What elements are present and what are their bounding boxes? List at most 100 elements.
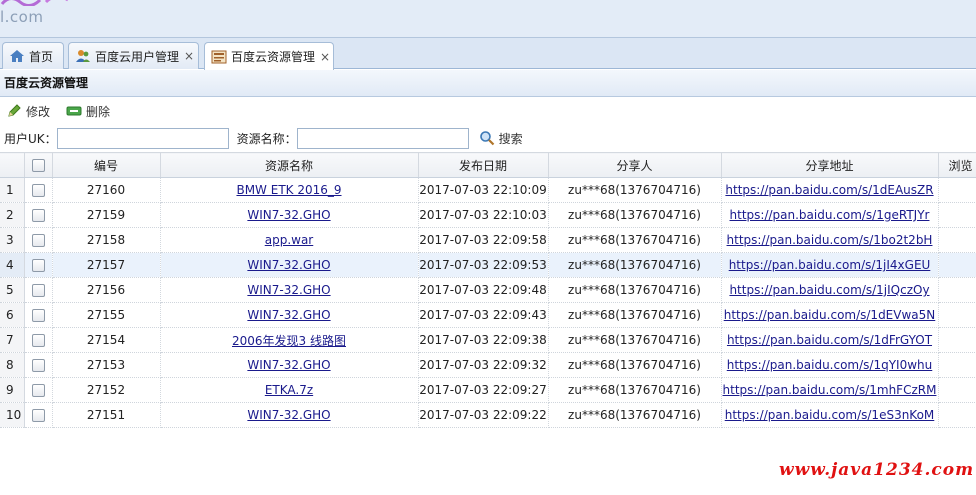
share-url-link[interactable]: https://pan.baidu.com/s/1dFrGYOT <box>727 333 932 347</box>
share-url-link[interactable]: https://pan.baidu.com/s/1geRTJYr <box>730 208 930 222</box>
row-checkbox[interactable] <box>31 409 45 422</box>
column-header-id[interactable]: 编号 <box>52 152 161 178</box>
row-select-cell[interactable] <box>24 177 53 203</box>
share-url-link[interactable]: https://pan.baidu.com/s/1jI4xGEU <box>729 258 931 272</box>
row-checkbox[interactable] <box>31 184 45 197</box>
table-row[interactable]: 2 27159 WIN7-32.GHO 2017-07-03 22:10:03 zu**… <box>0 202 976 228</box>
table-row[interactable]: 10 27151 WIN7-32.GHO 2017-07-03 22:09:22 zu*… <box>0 402 976 428</box>
cell-url: https://pan.baidu.com/s/1eS3nKoM <box>721 402 939 428</box>
resource-name-link[interactable]: 2006年发现3 线路图 <box>232 334 346 348</box>
cell-views <box>938 302 976 328</box>
cell-views <box>938 327 976 353</box>
row-select-cell[interactable] <box>24 352 53 378</box>
select-all-header[interactable] <box>24 152 53 178</box>
edit-button[interactable]: 修改 <box>6 103 50 120</box>
cell-views <box>938 202 976 228</box>
table-row[interactable]: 8 27153 WIN7-32.GHO 2017-07-03 22:09:32 zu**… <box>0 352 976 378</box>
tab-baidu-users[interactable]: 百度云用户管理 × <box>68 42 199 69</box>
row-checkbox[interactable] <box>31 284 45 297</box>
cell-date: 2017-07-03 22:09:27 <box>418 377 549 403</box>
row-number: 9 <box>0 377 25 403</box>
cell-views <box>938 277 976 303</box>
share-url-link[interactable]: https://pan.baidu.com/s/1mhFCzRM <box>723 383 937 397</box>
cell-url: https://pan.baidu.com/s/1bo2t2bH <box>721 227 939 253</box>
share-url-link[interactable]: https://pan.baidu.com/s/1dEAusZR <box>725 183 933 197</box>
search-button[interactable]: 搜索 <box>479 130 523 147</box>
delete-button[interactable]: 删除 <box>66 103 110 120</box>
column-header-sharer[interactable]: 分享人 <box>548 152 722 178</box>
row-number: 5 <box>0 277 25 303</box>
table-row[interactable]: 9 27152 ETKA.7z 2017-07-03 22:09:27 zu***68(… <box>0 377 976 403</box>
row-checkbox[interactable] <box>31 259 45 272</box>
column-header-url[interactable]: 分享地址 <box>721 152 939 178</box>
cell-url: https://pan.baidu.com/s/1mhFCzRM <box>721 377 939 403</box>
row-checkbox[interactable] <box>31 334 45 347</box>
row-checkbox[interactable] <box>31 384 45 397</box>
tab-label: 首页 <box>29 49 54 64</box>
table-row[interactable]: 3 27158 app.war 2017-07-03 22:09:58 zu***68(… <box>0 227 976 253</box>
share-url-link[interactable]: https://pan.baidu.com/s/1dEVwa5N <box>724 308 936 322</box>
users-icon <box>75 48 91 64</box>
resource-name-link[interactable]: WIN7-32.GHO <box>247 258 330 272</box>
cell-name: WIN7-32.GHO <box>160 302 419 328</box>
row-checkbox[interactable] <box>31 209 45 222</box>
table-row[interactable]: 4 27157 WIN7-32.GHO 2017-07-03 22:09:53 zu**… <box>0 252 976 278</box>
cell-id: 27154 <box>52 327 161 353</box>
cell-views <box>938 352 976 378</box>
row-select-cell[interactable] <box>24 202 53 228</box>
row-checkbox[interactable] <box>31 359 45 372</box>
cell-date: 2017-07-03 22:09:22 <box>418 402 549 428</box>
resource-name-link[interactable]: BMW ETK 2016_9 <box>236 183 341 197</box>
resource-name-link[interactable]: WIN7-32.GHO <box>247 408 330 422</box>
share-url-link[interactable]: https://pan.baidu.com/s/1jIQczOy <box>729 283 929 297</box>
resource-name-label: 资源名称： <box>236 131 297 146</box>
row-select-cell[interactable] <box>24 402 53 428</box>
cell-date: 2017-07-03 22:09:32 <box>418 352 549 378</box>
close-icon[interactable]: × <box>184 49 194 63</box>
share-url-link[interactable]: https://pan.baidu.com/s/1eS3nKoM <box>725 408 935 422</box>
row-checkbox[interactable] <box>31 309 45 322</box>
tab-baidu-resources[interactable]: 百度云资源管理 × <box>204 42 334 70</box>
resource-name-link[interactable]: WIN7-32.GHO <box>247 358 330 372</box>
tab-home[interactable]: 首页 <box>2 42 64 69</box>
table-row[interactable]: 6 27155 WIN7-32.GHO 2017-07-03 22:09:43 zu**… <box>0 302 976 328</box>
table-row[interactable]: 1 27160 BMW ETK 2016_9 2017-07-03 22:10:09 z… <box>0 177 976 203</box>
user-uk-input[interactable] <box>56 127 229 149</box>
resource-name-link[interactable]: ETKA.7z <box>265 383 313 397</box>
cell-date: 2017-07-03 22:09:53 <box>418 252 549 278</box>
row-select-cell[interactable] <box>24 327 53 353</box>
cell-name: ETKA.7z <box>160 377 419 403</box>
resource-name-link[interactable]: WIN7-32.GHO <box>247 308 330 322</box>
cell-date: 2017-07-03 22:09:38 <box>418 327 549 353</box>
resource-name-link[interactable]: WIN7-32.GHO <box>247 208 330 222</box>
column-header-name[interactable]: 资源名称 <box>160 152 419 178</box>
share-url-link[interactable]: https://pan.baidu.com/s/1bo2t2bH <box>727 233 933 247</box>
column-header-date[interactable]: 发布日期 <box>418 152 549 178</box>
cell-url: https://pan.baidu.com/s/1geRTJYr <box>721 202 939 228</box>
tab-strip: 首页 百度云用户管理 × 百度云资源管理 × <box>0 38 976 70</box>
cell-id: 27153 <box>52 352 161 378</box>
select-all-checkbox[interactable] <box>31 159 45 172</box>
resource-name-link[interactable]: app.war <box>265 233 314 247</box>
share-url-link[interactable]: https://pan.baidu.com/s/1qYI0whu <box>727 358 933 372</box>
cell-id: 27152 <box>52 377 161 403</box>
cell-name: app.war <box>160 227 419 253</box>
logo-text: l.com <box>0 8 44 26</box>
row-number: 7 <box>0 327 25 353</box>
table-row[interactable]: 5 27156 WIN7-32.GHO 2017-07-03 22:09:48 zu**… <box>0 277 976 303</box>
column-header-views[interactable]: 浏览 <box>938 152 976 178</box>
resource-name-link[interactable]: WIN7-32.GHO <box>247 283 330 297</box>
cell-name: WIN7-32.GHO <box>160 252 419 278</box>
row-select-cell[interactable] <box>24 252 53 278</box>
row-checkbox[interactable] <box>31 234 45 247</box>
row-select-cell[interactable] <box>24 227 53 253</box>
row-select-cell[interactable] <box>24 277 53 303</box>
search-label: 搜索 <box>498 131 523 146</box>
table-row[interactable]: 7 27154 2006年发现3 线路图 2017-07-03 22:09:38 zu*… <box>0 327 976 353</box>
cell-name: BMW ETK 2016_9 <box>160 177 419 203</box>
close-icon[interactable]: × <box>320 50 330 64</box>
app-banner: l.com <box>0 0 976 38</box>
resource-name-input[interactable] <box>296 127 469 149</box>
row-select-cell[interactable] <box>24 377 53 403</box>
row-select-cell[interactable] <box>24 302 53 328</box>
